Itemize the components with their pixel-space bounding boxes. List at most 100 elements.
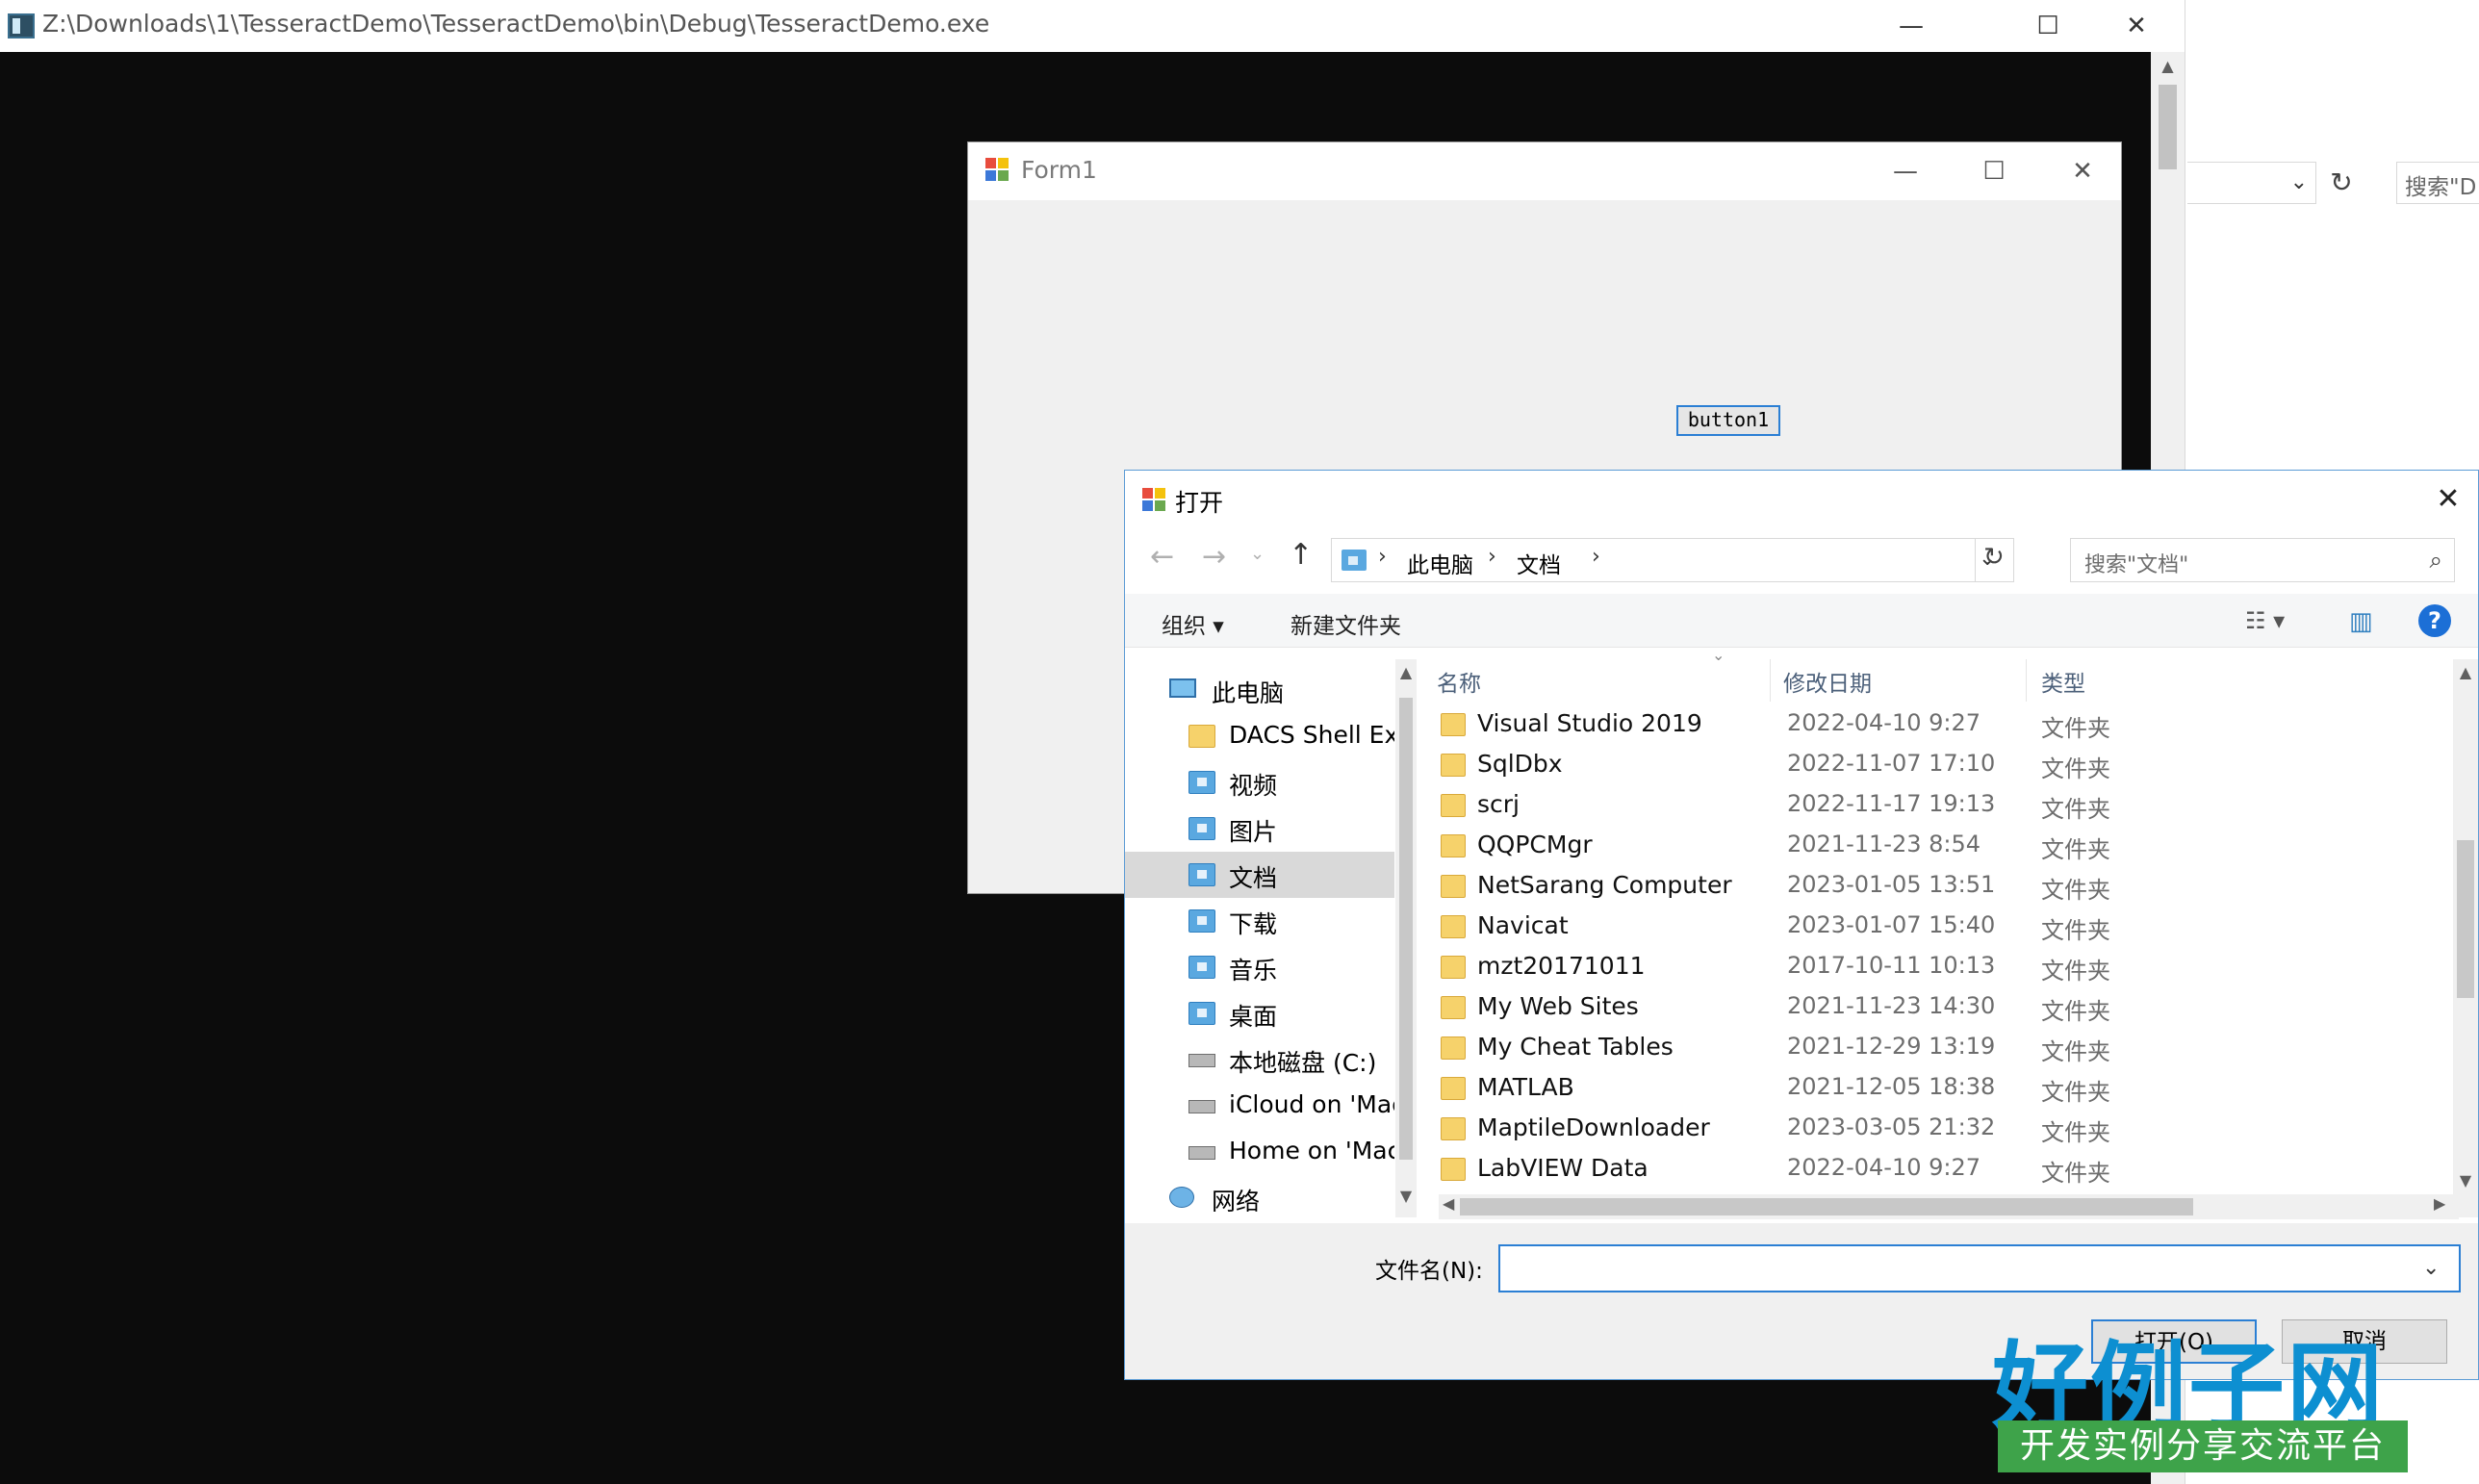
file-row[interactable]: LabVIEW Data 2022-04-10 9:27 文件夹 [1423, 1148, 2453, 1189]
scroll-down-icon[interactable]: ▼ [2453, 1171, 2478, 1190]
folder-icon [1441, 1117, 1466, 1140]
file-date: 2021-12-29 13:19 [1787, 1033, 1996, 1060]
file-list: ⌄ 名称 修改日期 类型 Visual Studio 2019 2022-04-… [1423, 646, 2453, 1210]
search-input[interactable]: 搜索"文档" ⌕ [2070, 538, 2455, 582]
form1-minimize-button[interactable]: — [1861, 142, 1950, 200]
folder-icon [1441, 996, 1466, 1019]
file-row[interactable]: Navicat 2023-01-07 15:40 文件夹 [1423, 906, 2453, 946]
chevron-down-icon[interactable]: ⌄ [2422, 1256, 2440, 1280]
breadcrumb-documents[interactable]: 文档 [1517, 547, 1561, 579]
file-date: 2022-04-10 9:27 [1787, 709, 1981, 736]
folder-icon [1441, 754, 1466, 777]
address-bar[interactable]: › 此电脑 › 文档 › ⌄ [1331, 538, 1996, 582]
nav-item-downloads[interactable]: 下载 [1125, 898, 1394, 944]
navigation-scroll-thumb[interactable] [1399, 698, 1413, 1160]
new-folder-button[interactable]: 新建文件夹 [1291, 607, 1401, 640]
breadcrumb-separator-icon[interactable]: › [1488, 545, 1496, 569]
column-header-name[interactable]: 名称 [1437, 665, 1481, 698]
file-row[interactable]: MATLAB 2021-12-05 18:38 文件夹 [1423, 1067, 2453, 1108]
console-app-icon [8, 13, 35, 38]
folder-icon [1441, 875, 1466, 898]
nav-item-dacs-shell[interactable]: DACS Shell Exte [1125, 713, 1394, 759]
column-divider[interactable] [2026, 659, 2027, 702]
scroll-down-icon[interactable]: ▼ [1395, 1187, 1417, 1205]
file-type: 文件夹 [2041, 1119, 2110, 1146]
drive-icon [1188, 1054, 1215, 1067]
watermark-logo: 好例子网 开发实例分享交流平台 [1992, 1309, 2415, 1482]
console-minimize-button[interactable]: — [1867, 0, 1955, 52]
file-row[interactable]: My Cheat Tables 2021-12-29 13:19 文件夹 [1423, 1027, 2453, 1067]
form1-maximize-button[interactable]: ☐ [1950, 142, 2038, 200]
documents-folder-icon [1188, 863, 1215, 886]
forward-arrow-icon[interactable]: → [1202, 540, 1226, 574]
recent-dropdown-icon[interactable]: ⌄ [1250, 544, 1265, 564]
network-drive-icon [1188, 1100, 1215, 1113]
file-row[interactable]: NetSarang Computer 2023-01-05 13:51 文件夹 [1423, 865, 2453, 906]
scroll-up-icon[interactable]: ▲ [1395, 663, 1417, 681]
console-scroll-thumb[interactable] [2159, 85, 2177, 169]
nav-item-videos[interactable]: 视频 [1125, 759, 1394, 806]
file-row[interactable]: Visual Studio 2019 2022-04-10 9:27 文件夹 [1423, 704, 2453, 744]
file-row[interactable]: QQPCMgr 2021-11-23 8:54 文件夹 [1423, 825, 2453, 865]
organize-menu-button[interactable]: 组织 ▾ [1162, 607, 1224, 640]
file-list-scroll-thumb[interactable] [2457, 840, 2474, 998]
breadcrumb-separator-icon[interactable]: › [1592, 545, 1600, 569]
refresh-button[interactable]: ↻ [1976, 538, 2014, 582]
nav-item-documents[interactable]: 文档 [1125, 852, 1394, 898]
nav-item-desktop[interactable]: 桌面 [1125, 990, 1394, 1036]
file-row[interactable]: mzt20171011 2017-10-11 10:13 文件夹 [1423, 946, 2453, 986]
back-arrow-icon[interactable]: ← [1150, 540, 1174, 574]
column-header-date[interactable]: 修改日期 [1783, 665, 1872, 698]
file-list-horizontal-scrollbar[interactable]: ◀ ▶ [1439, 1194, 2459, 1219]
file-date: 2023-01-05 13:51 [1787, 871, 1996, 898]
scroll-up-icon[interactable]: ▲ [2151, 52, 2185, 81]
up-arrow-icon[interactable]: ↑ [1289, 538, 1313, 572]
column-divider[interactable] [1770, 659, 1771, 702]
background-refresh-icon[interactable]: ↻ [2322, 162, 2361, 204]
console-maximize-button[interactable]: ☐ [2004, 0, 2092, 52]
file-list-hscroll-thumb[interactable] [1460, 1198, 2193, 1215]
background-search-input[interactable]: 搜索"D [2396, 162, 2479, 204]
button1[interactable]: button1 [1676, 405, 1780, 436]
file-type: 文件夹 [2041, 1079, 2110, 1106]
nav-item-label: 网络 [1212, 1188, 1261, 1215]
file-type: 文件夹 [2041, 1038, 2110, 1065]
nav-item-home[interactable]: Home on 'Mac [1125, 1129, 1394, 1175]
preview-pane-icon[interactable]: ▥ [2349, 607, 2373, 636]
console-title: Z:\Downloads\1\TesseractDemo\TesseractDe… [42, 10, 990, 38]
nav-item-label: 图片 [1229, 818, 1278, 846]
file-row[interactable]: SqlDbx 2022-11-07 17:10 文件夹 [1423, 744, 2453, 784]
file-type: 文件夹 [2041, 917, 2110, 944]
nav-item-label: 本地磁盘 (C:) [1229, 1049, 1377, 1077]
folder-icon [1441, 1158, 1466, 1181]
breadcrumb-separator-icon[interactable]: › [1378, 545, 1387, 569]
refresh-icon: ↻ [1983, 543, 2005, 572]
help-icon[interactable]: ? [2418, 604, 2451, 637]
file-list-vertical-scrollbar[interactable]: ▲ ▼ [2453, 659, 2478, 1217]
folder-icon [1441, 1077, 1466, 1100]
scroll-up-icon[interactable]: ▲ [2453, 663, 2478, 681]
nav-item-music[interactable]: 音乐 [1125, 944, 1394, 990]
search-icon: ⌕ [2429, 547, 2442, 574]
view-options-icon[interactable]: ☷ ▾ [2245, 607, 2285, 634]
console-close-button[interactable]: ✕ [2092, 0, 2181, 52]
column-header-type[interactable]: 类型 [2041, 665, 2085, 698]
nav-item-local-disk[interactable]: 本地磁盘 (C:) [1125, 1036, 1394, 1083]
nav-item-icloud[interactable]: iCloud on 'Mac [1125, 1083, 1394, 1129]
nav-item-this-pc[interactable]: 此电脑 [1125, 667, 1394, 713]
filename-input[interactable] [1498, 1244, 2461, 1292]
nav-item-pictures[interactable]: 图片 [1125, 806, 1394, 852]
scroll-left-icon[interactable]: ◀ [1443, 1194, 1454, 1213]
file-row[interactable]: MaptileDownloader 2023-03-05 21:32 文件夹 [1423, 1108, 2453, 1148]
form1-close-button[interactable]: ✕ [2038, 142, 2127, 200]
navigation-scrollbar[interactable]: ▲ ▼ [1395, 659, 1417, 1217]
nav-item-network[interactable]: 网络 [1125, 1175, 1394, 1217]
file-type: 文件夹 [2041, 1160, 2110, 1187]
breadcrumb-this-pc[interactable]: 此电脑 [1407, 547, 1473, 579]
dialog-close-button[interactable]: ✕ [2418, 471, 2478, 528]
form1-app-icon [985, 158, 1010, 183]
scroll-right-icon[interactable]: ▶ [2434, 1194, 2445, 1213]
file-row[interactable]: scrj 2022-11-17 19:13 文件夹 [1423, 784, 2453, 825]
file-row[interactable]: My Web Sites 2021-11-23 14:30 文件夹 [1423, 986, 2453, 1027]
background-address-dropdown[interactable]: ⌄ [2187, 162, 2316, 204]
